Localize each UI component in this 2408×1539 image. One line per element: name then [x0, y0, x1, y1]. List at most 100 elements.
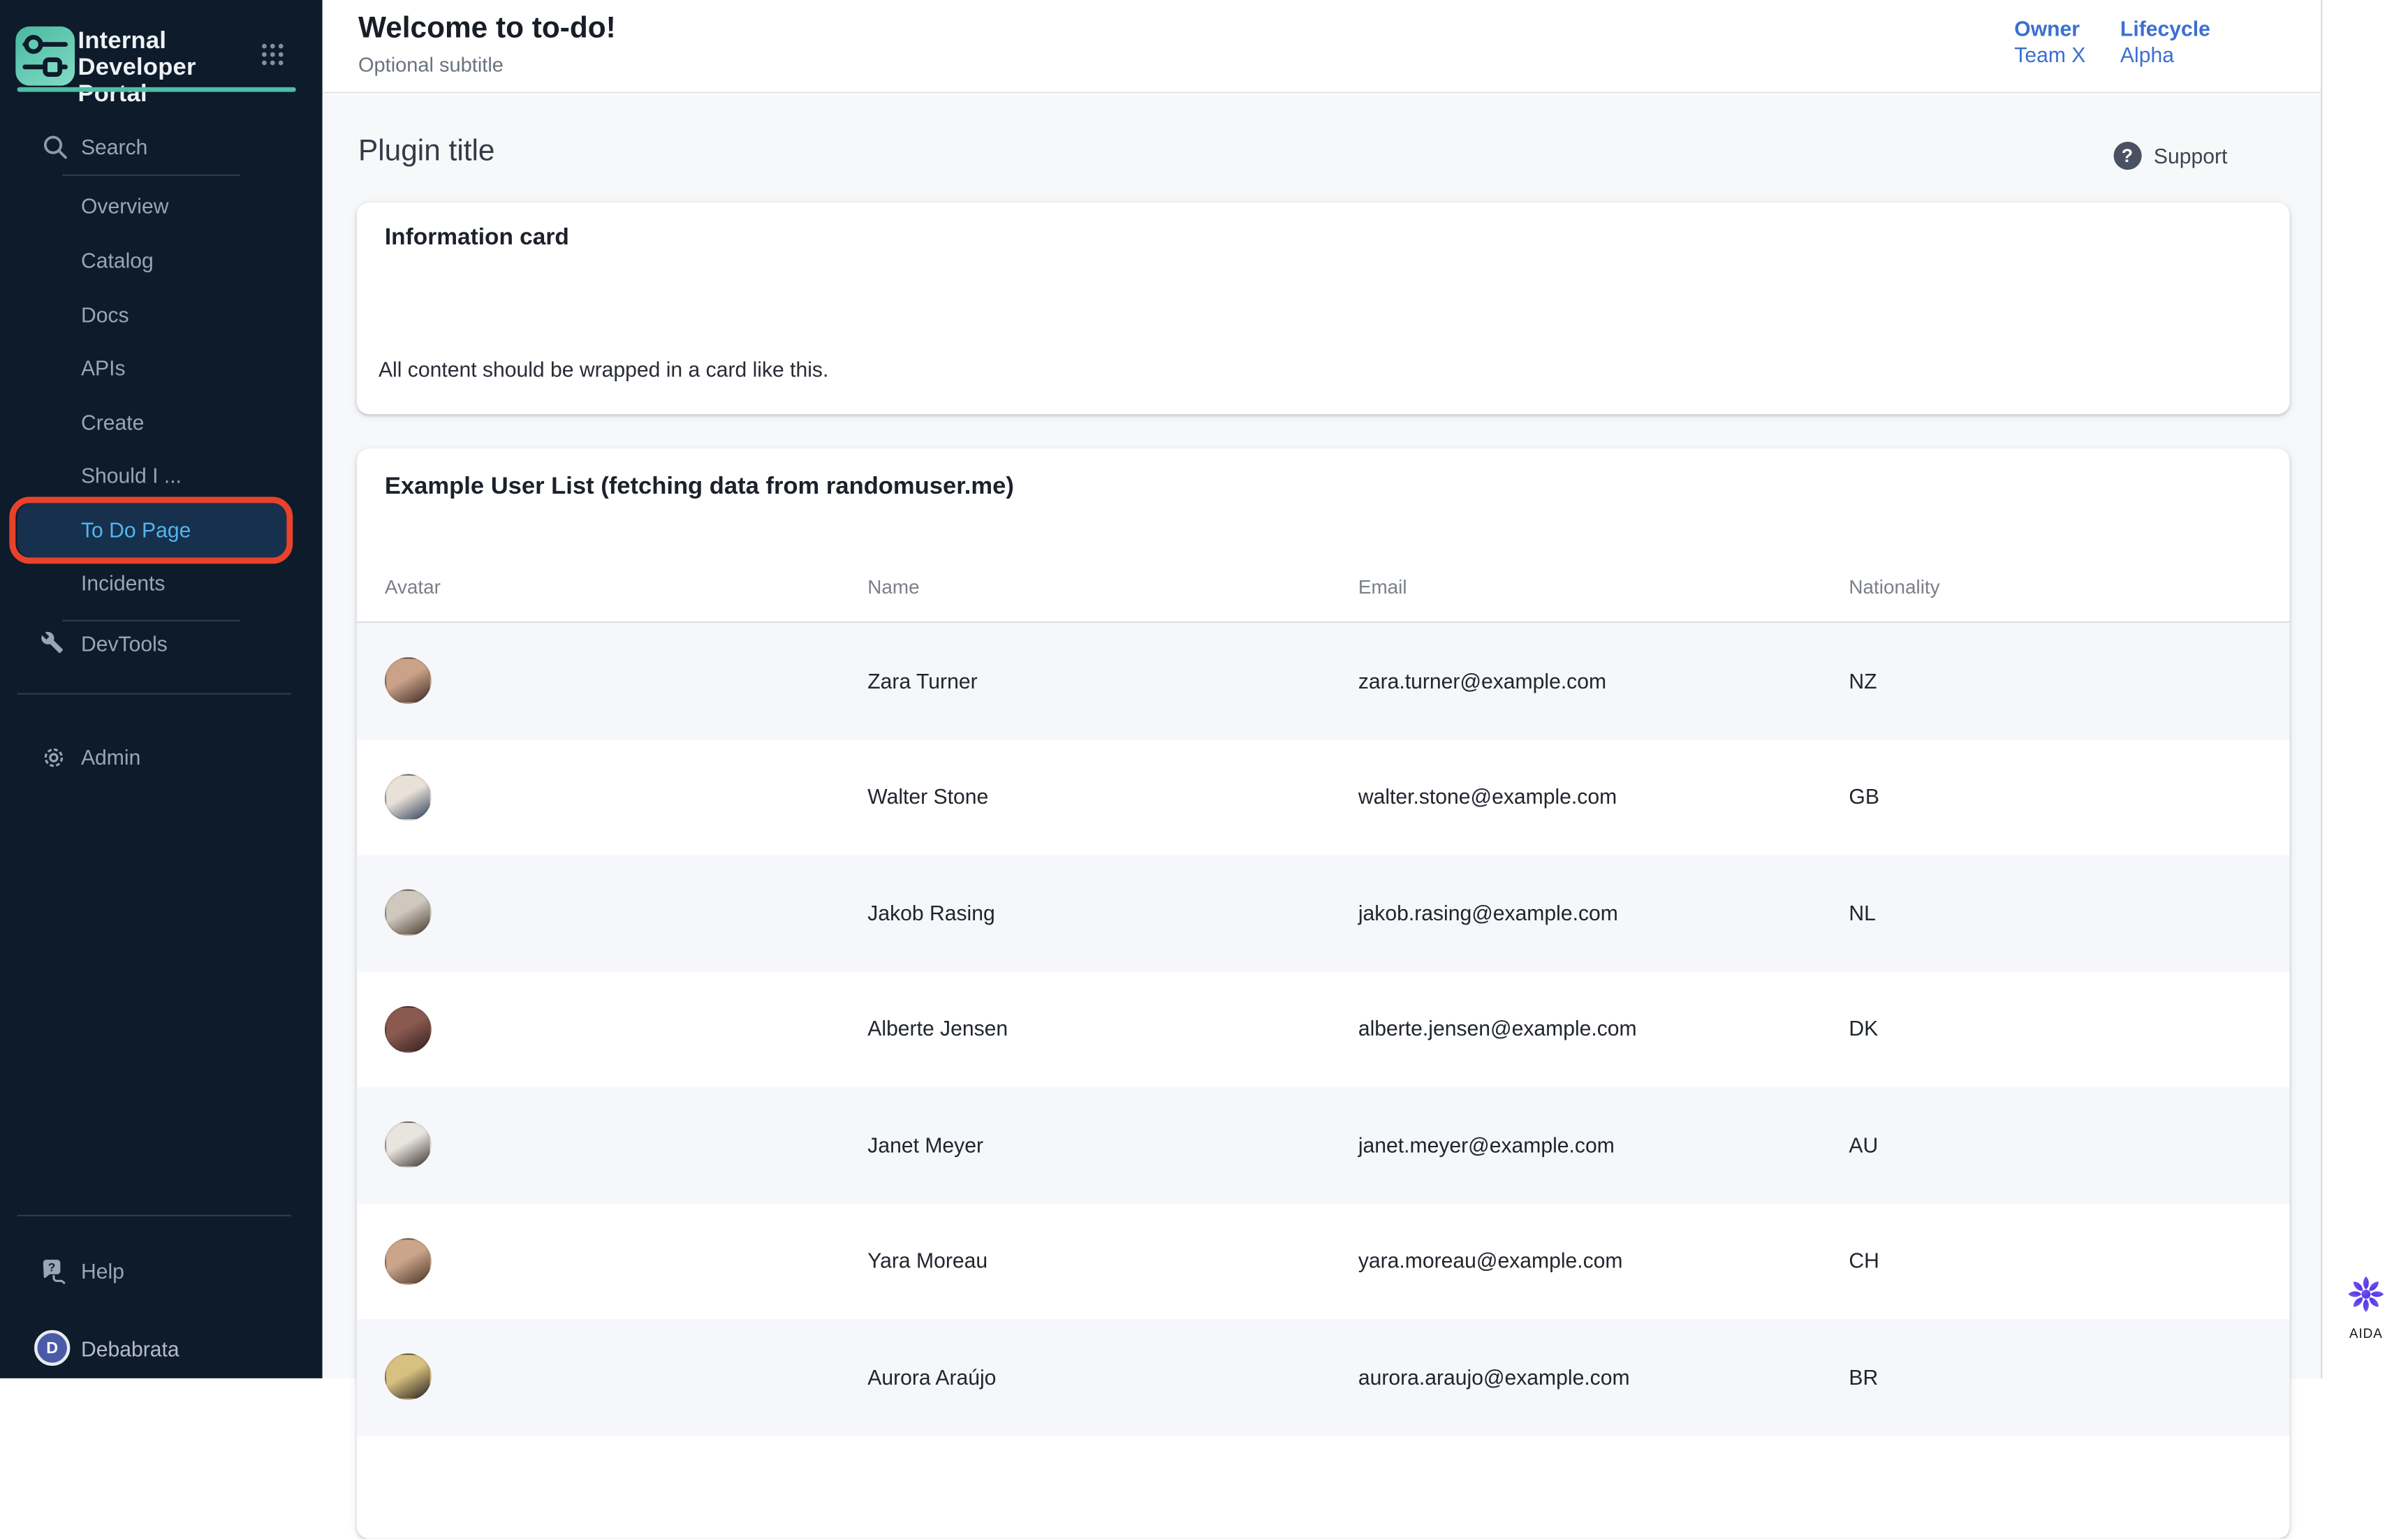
- sidebar-accent-divider: [17, 87, 296, 91]
- divider: [17, 1215, 292, 1216]
- column-header-email: Email: [1358, 575, 1849, 597]
- svg-text:?: ?: [48, 1260, 55, 1274]
- cell-nationality: NZ: [1849, 669, 2289, 692]
- cell-name: Yara Moreau: [867, 1249, 1358, 1272]
- column-header-nationality: Nationality: [1849, 575, 2289, 597]
- cell-email: walter.stone@example.com: [1358, 786, 1849, 809]
- cell-name: Jakob Rasing: [867, 901, 1358, 925]
- user-photo-avatar: [385, 890, 432, 936]
- apps-grid-icon[interactable]: [260, 42, 285, 67]
- cell-email: yara.moreau@example.com: [1358, 1249, 1849, 1272]
- cell-email: janet.meyer@example.com: [1358, 1133, 1849, 1156]
- main-area: Welcome to to-do! Optional subtitle Owne…: [323, 0, 2321, 1378]
- user-photo-avatar: [385, 658, 432, 705]
- cell-nationality: CH: [1849, 1249, 2289, 1272]
- page-header: Welcome to to-do! Optional subtitle Owne…: [323, 0, 2321, 94]
- sidebar-item-label: DevTools: [81, 633, 168, 656]
- sidebar-item-search[interactable]: Search: [0, 124, 323, 171]
- sidebar-item-catalog[interactable]: Catalog: [0, 234, 323, 288]
- cell-nationality: GB: [1849, 786, 2289, 809]
- cell-name: Walter Stone: [867, 786, 1358, 809]
- sidebar-item-label: Catalog: [0, 249, 154, 272]
- cell-email: jakob.rasing@example.com: [1358, 901, 1849, 925]
- table-row[interactable]: Walter Stone walter.stone@example.com GB: [357, 739, 2290, 855]
- lifecycle-label: Lifecycle: [2120, 15, 2210, 42]
- user-avatar: D: [34, 1330, 70, 1366]
- cell-nationality: BR: [1849, 1365, 2289, 1388]
- aida-badge[interactable]: AIDA: [2322, 1274, 2408, 1341]
- user-photo-avatar: [385, 1238, 432, 1285]
- cell-nationality: DK: [1849, 1017, 2289, 1040]
- owner-link[interactable]: Owner Team X: [2014, 15, 2085, 68]
- user-photo-avatar: [385, 774, 432, 820]
- table-row[interactable]: Janet Meyer janet.meyer@example.com AU: [357, 1087, 2290, 1203]
- sidebar-item-label: Search: [81, 135, 147, 159]
- sidebar-item-incidents[interactable]: Incidents: [0, 557, 323, 611]
- sidebar-item-should-i[interactable]: Should I ...: [0, 449, 323, 503]
- cell-name: Janet Meyer: [867, 1133, 1358, 1156]
- sidebar-item-label: APIs: [0, 357, 126, 380]
- sidebar: Internal Developer Portal Search Overvie…: [0, 0, 323, 1378]
- table-body: Zara Turner zara.turner@example.com NZ W…: [357, 623, 2290, 1435]
- cell-email: aurora.araujo@example.com: [1358, 1365, 1849, 1388]
- sidebar-user-menu[interactable]: D Debabrata: [0, 1324, 323, 1377]
- lifecycle-value: Alpha: [2120, 42, 2210, 68]
- support-button-label: Support: [2154, 144, 2227, 167]
- sidebar-item-label: To Do Page: [17, 518, 191, 541]
- app-title: Internal Developer Portal: [78, 28, 253, 108]
- sidebar-item-docs[interactable]: Docs: [0, 288, 323, 341]
- divider: [62, 175, 240, 176]
- search-icon: [42, 134, 68, 161]
- user-photo-avatar: [385, 1121, 432, 1168]
- sidebar-item-help[interactable]: ? Help: [0, 1247, 323, 1297]
- sidebar-item-to-do-page[interactable]: To Do Page: [17, 503, 287, 557]
- table-header-row: Avatar Name Email Nationality: [357, 552, 2290, 624]
- information-card: Information card All content should be w…: [357, 202, 2290, 414]
- user-list-card: Example User List (fetching data from ra…: [357, 448, 2290, 1538]
- sidebar-item-label: Admin: [81, 746, 140, 769]
- cell-email: alberte.jensen@example.com: [1358, 1017, 1849, 1040]
- page-title: Welcome to to-do!: [358, 13, 616, 47]
- page-content: Plugin title ? Support Information card …: [323, 95, 2321, 1378]
- page-subtitle: Optional subtitle: [358, 53, 504, 76]
- table-row[interactable]: Aurora Araújo aurora.araujo@example.com …: [357, 1319, 2290, 1435]
- sidebar-item-label: Incidents: [0, 572, 166, 595]
- sidebar-item-label: Overview: [0, 196, 168, 219]
- cell-name: Aurora Araújo: [867, 1365, 1358, 1388]
- owner-value[interactable]: Team X: [2014, 42, 2085, 68]
- chat-question-icon: ?: [41, 1258, 67, 1285]
- sidebar-menu: Overview Catalog Docs APIs Create Should I ..…: [0, 180, 323, 611]
- table-row[interactable]: Jakob Rasing jakob.rasing@example.com NL: [357, 855, 2290, 971]
- divider: [17, 693, 292, 694]
- lifecycle-link[interactable]: Lifecycle Alpha: [2120, 15, 2210, 68]
- table-row[interactable]: Yara Moreau yara.moreau@example.com CH: [357, 1203, 2290, 1319]
- section-title: Plugin title: [358, 135, 495, 170]
- sidebar-item-label: Help: [81, 1260, 124, 1283]
- sidebar-item-label: Should I ...: [0, 464, 182, 487]
- table-row[interactable]: Alberte Jensen alberte.jensen@example.co…: [357, 971, 2290, 1087]
- user-photo-avatar: [385, 1354, 432, 1401]
- question-circle-icon: ?: [2113, 142, 2141, 170]
- sidebar-item-overview[interactable]: Overview: [0, 180, 323, 234]
- sidebar-item-apis[interactable]: APIs: [0, 341, 323, 395]
- column-header-avatar: Avatar: [385, 575, 867, 597]
- user-photo-avatar: [385, 1006, 432, 1052]
- user-list-title: Example User List (fetching data from ra…: [385, 473, 1014, 501]
- app-logo-icon[interactable]: [15, 27, 75, 86]
- gear-icon: [41, 744, 67, 771]
- cell-email: zara.turner@example.com: [1358, 669, 1849, 692]
- aida-label: AIDA: [2322, 1325, 2408, 1341]
- column-header-name: Name: [867, 575, 1358, 597]
- table-row[interactable]: Zara Turner zara.turner@example.com NZ: [357, 623, 2290, 739]
- wrench-icon: [41, 631, 64, 654]
- sidebar-item-create[interactable]: Create: [0, 395, 323, 449]
- support-button[interactable]: ? Support: [2113, 140, 2227, 172]
- information-card-body: All content should be wrapped in a card …: [379, 358, 828, 381]
- sidebar-item-admin[interactable]: Admin: [0, 733, 323, 783]
- sidebar-item-label: Docs: [0, 303, 129, 326]
- aida-flower-icon: [2346, 1274, 2386, 1314]
- sidebar-item-devtools[interactable]: DevTools: [0, 620, 323, 670]
- app-window: Internal Developer Portal Search Overvie…: [0, 0, 2408, 1378]
- user-table: Avatar Name Email Nationality Zara Turne…: [357, 552, 2290, 1436]
- cell-name: Alberte Jensen: [867, 1017, 1358, 1040]
